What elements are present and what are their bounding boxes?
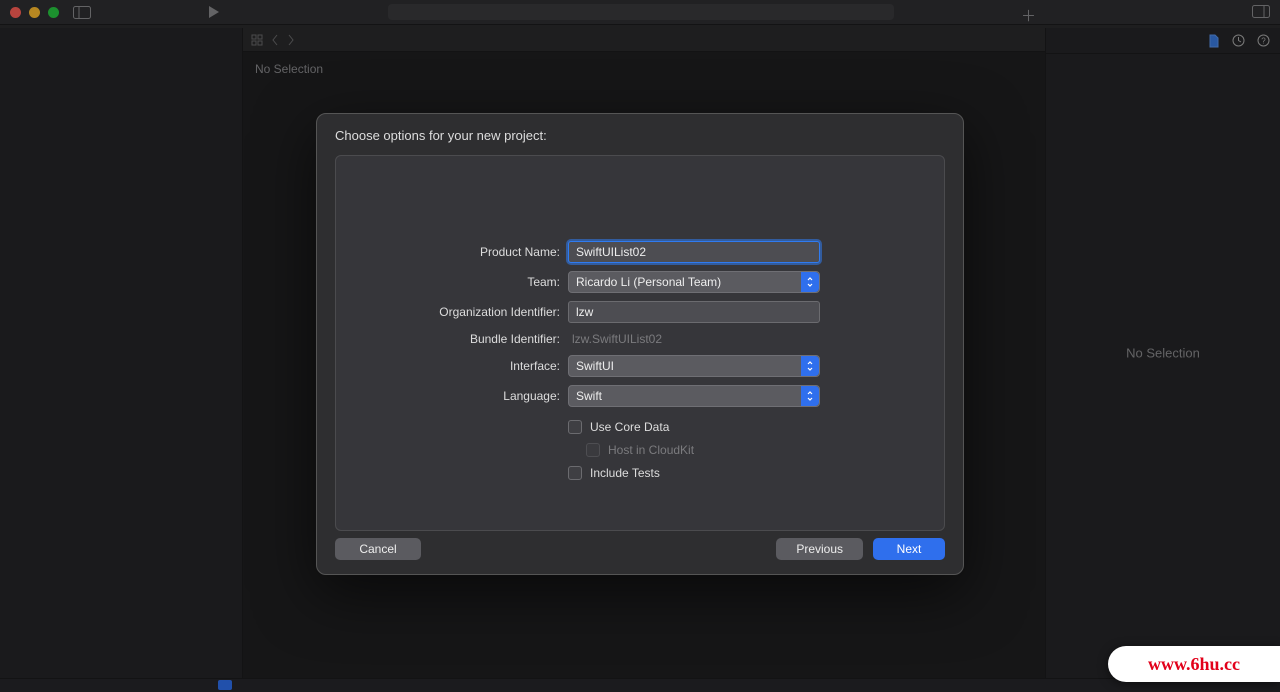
bundle-id-value: lzw.SwiftUIList02 <box>568 332 820 346</box>
filter-indicator-icon[interactable] <box>218 680 232 690</box>
inspector-panel: ? No Selection <box>1045 28 1280 678</box>
close-window-button[interactable] <box>10 7 21 18</box>
file-inspector-icon[interactable] <box>1208 34 1220 47</box>
new-project-options-sheet: Choose options for your new project: Pro… <box>316 113 964 575</box>
run-button-icon[interactable] <box>208 5 220 19</box>
bundle-id-label: Bundle Identifier: <box>336 332 568 346</box>
cancel-button[interactable]: Cancel <box>335 538 421 560</box>
svg-text:?: ? <box>1261 37 1266 46</box>
include-tests-label: Include Tests <box>590 466 660 480</box>
activity-viewer[interactable] <box>388 4 894 20</box>
team-label: Team: <box>336 275 568 289</box>
cloudkit-checkbox <box>586 443 600 457</box>
history-inspector-icon[interactable] <box>1232 34 1245 47</box>
org-id-input[interactable] <box>568 301 820 323</box>
watermark-badge: www.6hu.cc <box>1108 646 1280 682</box>
traffic-lights <box>10 7 59 18</box>
project-navigator[interactable] <box>0 28 243 678</box>
core-data-label: Use Core Data <box>590 420 669 434</box>
inspector-no-selection: No Selection <box>1046 346 1280 361</box>
cloudkit-label: Host in CloudKit <box>608 443 694 457</box>
navigator-toggle-icon[interactable] <box>73 6 91 19</box>
interface-select[interactable]: SwiftUI <box>568 355 820 377</box>
related-items-icon[interactable] <box>251 34 263 46</box>
previous-button[interactable]: Previous <box>776 538 863 560</box>
interface-label: Interface: <box>336 359 568 373</box>
window-titlebar: ＋ <box>0 0 1280 24</box>
product-name-input[interactable] <box>568 241 820 263</box>
team-select-value: Ricardo Li (Personal Team) <box>576 275 721 289</box>
status-bar <box>0 678 1280 692</box>
help-inspector-icon[interactable]: ? <box>1257 34 1270 47</box>
chevron-updown-icon <box>801 356 819 376</box>
back-icon[interactable] <box>271 34 279 46</box>
include-tests-checkbox[interactable] <box>568 466 582 480</box>
chevron-updown-icon <box>801 386 819 406</box>
next-button[interactable]: Next <box>873 538 945 560</box>
core-data-checkbox[interactable] <box>568 420 582 434</box>
team-select[interactable]: Ricardo Li (Personal Team) <box>568 271 820 293</box>
language-select-value: Swift <box>576 389 602 403</box>
forward-icon[interactable] <box>287 34 295 46</box>
product-name-label: Product Name: <box>336 245 568 259</box>
minimize-window-button[interactable] <box>29 7 40 18</box>
inspector-toggle-icon[interactable] <box>1252 5 1270 18</box>
no-selection-label: No Selection <box>243 52 1045 86</box>
sheet-body: Product Name: Team: Ricardo Li (Personal… <box>335 155 945 531</box>
language-label: Language: <box>336 389 568 403</box>
add-editor-icon[interactable]: ＋ <box>1021 5 1036 26</box>
language-select[interactable]: Swift <box>568 385 820 407</box>
interface-select-value: SwiftUI <box>576 359 614 373</box>
chevron-updown-icon <box>801 272 819 292</box>
zoom-window-button[interactable] <box>48 7 59 18</box>
org-id-label: Organization Identifier: <box>336 305 568 319</box>
sheet-title: Choose options for your new project: <box>317 114 963 155</box>
